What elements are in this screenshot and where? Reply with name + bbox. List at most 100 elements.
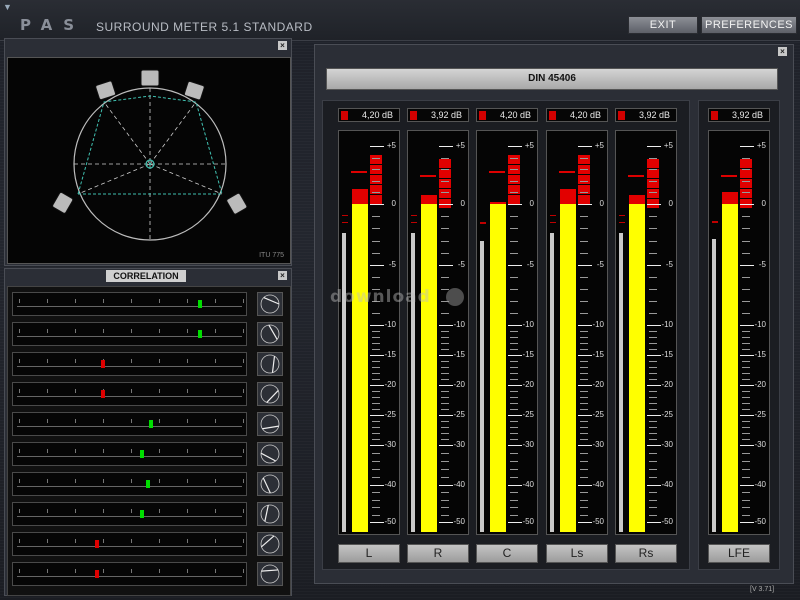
- app-logo: PAS: [20, 16, 86, 34]
- channel-label-c[interactable]: C: [476, 544, 538, 563]
- peak-memory-bar: [619, 233, 623, 532]
- scale-minor-tick: [441, 157, 449, 159]
- scale-label: -25: [384, 410, 396, 419]
- peak-memory-mark: [342, 215, 348, 216]
- correlation-close-icon[interactable]: ×: [278, 271, 287, 280]
- scale-label: -25: [754, 410, 766, 419]
- channel-label-lfe[interactable]: LFE: [708, 544, 770, 563]
- scale-minor-tick: [441, 169, 449, 171]
- scale-minor-tick: [649, 477, 657, 478]
- scale-minor-tick: [742, 289, 750, 290]
- correlation-tick: [215, 569, 216, 573]
- peak-memory-bar: [342, 233, 346, 532]
- surround-close-icon[interactable]: ×: [278, 41, 287, 50]
- channel-label-rs[interactable]: Rs: [615, 544, 677, 563]
- channel-pair-c-ls-icon[interactable]: [257, 322, 283, 346]
- channel-pair-l-r-icon[interactable]: [257, 292, 283, 316]
- correlation-tick: [131, 509, 132, 513]
- correlation-tick: [103, 569, 104, 573]
- scale-label: -50: [384, 517, 396, 526]
- correlation-row: [12, 352, 247, 376]
- peak-memory-bar: [480, 241, 484, 532]
- channel-pair-r-rs-icon[interactable]: [257, 382, 283, 406]
- watermark-text: download: [330, 287, 431, 307]
- scale-minor-tick: [372, 343, 380, 344]
- channel-label-l[interactable]: L: [338, 544, 400, 563]
- over-level-bar: [722, 192, 738, 204]
- app-title: SURROUND METER 5.1 STANDARD: [96, 20, 313, 34]
- speaker-rs-icon: [226, 192, 248, 215]
- scale-minor-tick: [742, 343, 750, 344]
- scale-minor-tick: [510, 240, 518, 242]
- scale-minor-tick: [510, 421, 518, 422]
- correlation-tick: [187, 389, 188, 393]
- standard-selector[interactable]: DIN 45406: [326, 68, 778, 90]
- scale-minor-tick: [441, 192, 449, 194]
- channel-label-r[interactable]: R: [407, 544, 469, 563]
- scale-label: +5: [594, 141, 604, 150]
- channel-pair-c-rs-icon[interactable]: [257, 562, 283, 586]
- channel-pair-l-ls-icon[interactable]: [257, 352, 283, 376]
- peak-readout[interactable]: 3,92 dB: [407, 108, 469, 122]
- peak-readout[interactable]: 3,92 dB: [708, 108, 770, 122]
- exit-button[interactable]: EXIT: [628, 16, 698, 34]
- scale-minor-tick: [649, 192, 657, 194]
- channel-label-ls[interactable]: Ls: [546, 544, 608, 563]
- peak-readout[interactable]: 4,20 dB: [338, 108, 400, 122]
- scale-minor-tick: [510, 337, 518, 338]
- scale-label: -15: [522, 350, 534, 359]
- channel-pair-l-rs-icon[interactable]: [257, 472, 283, 496]
- scale-minor-tick: [510, 397, 518, 398]
- meter-close-icon[interactable]: ×: [778, 47, 787, 56]
- correlation-title: CORRELATION: [106, 270, 186, 282]
- over-level-bar: [629, 194, 645, 204]
- scale-minor-tick: [372, 433, 380, 434]
- correlation-tick: [19, 329, 20, 333]
- scale-minor-tick: [742, 337, 750, 338]
- scale-minor-tick: [580, 469, 588, 470]
- preferences-button[interactable]: PREFERENCES: [701, 16, 797, 34]
- correlation-tick: [187, 329, 188, 333]
- channel-pair-c-r-icon[interactable]: [257, 442, 283, 466]
- peak-hold-line: [628, 174, 644, 177]
- channel-pair-r-ls-icon[interactable]: [257, 502, 283, 526]
- scale-minor-tick: [649, 507, 657, 509]
- scale-minor-tick: [649, 469, 657, 470]
- channel-pair-c-l-icon[interactable]: [257, 412, 283, 436]
- system-menu-icon[interactable]: ▼: [3, 2, 15, 12]
- over-level-bar: [560, 188, 576, 204]
- scale-minor-tick: [649, 433, 657, 434]
- correlation-tick: [19, 569, 20, 573]
- clip-indicator-icon: [341, 111, 348, 120]
- scale-minor-tick: [510, 343, 518, 344]
- scale-minor-tick: [580, 403, 588, 404]
- correlation-tick: [75, 359, 76, 363]
- scale-minor-tick: [372, 514, 380, 516]
- peak-readout[interactable]: 4,20 dB: [546, 108, 608, 122]
- peak-readout[interactable]: 3,92 dB: [615, 108, 677, 122]
- correlation-tick: [47, 299, 48, 303]
- scale-minor-tick: [580, 391, 588, 392]
- level-bar: [490, 204, 506, 532]
- correlation-tick: [75, 479, 76, 483]
- scale-label: -25: [592, 410, 604, 419]
- correlation-tick: [159, 299, 160, 303]
- correlation-tick: [215, 389, 216, 393]
- clip-indicator-icon: [410, 111, 417, 120]
- correlation-row: [12, 442, 247, 466]
- scale-minor-tick: [372, 427, 380, 428]
- correlation-scale-line: [17, 516, 242, 517]
- scale-minor-tick: [742, 427, 750, 428]
- peak-value: 3,92 dB: [430, 110, 462, 120]
- speaker-ls-icon: [52, 191, 74, 214]
- peak-readout[interactable]: 4,20 dB: [476, 108, 538, 122]
- peak-segment: [370, 175, 382, 185]
- scale-label: -10: [754, 320, 766, 329]
- peak-value: 3,92 dB: [638, 110, 670, 120]
- scale-minor-tick: [372, 453, 380, 454]
- zero-reference: [712, 222, 718, 223]
- scale-minor-tick: [372, 461, 380, 462]
- channel-pair-ls-rs-icon[interactable]: [257, 532, 283, 556]
- scale-minor-tick: [510, 461, 518, 462]
- scale-label: -40: [592, 480, 604, 489]
